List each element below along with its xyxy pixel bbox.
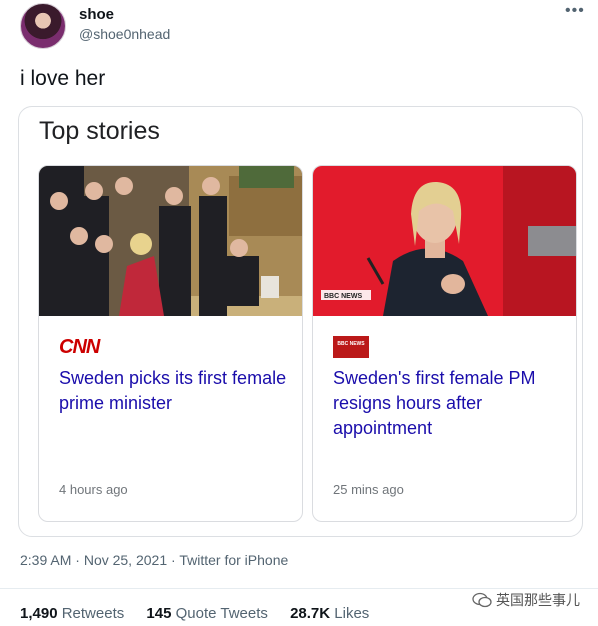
story-age: 4 hours ago	[59, 482, 128, 497]
story-thumbnail-speaker: BBC NEWS	[313, 166, 576, 316]
likes-stat[interactable]: 28.7K Likes	[290, 605, 369, 622]
watermark: 英国那些事儿	[472, 590, 580, 610]
cnn-logo: CNN	[59, 336, 100, 358]
wechat-icon	[472, 592, 492, 608]
retweets-stat[interactable]: 1,490 Retweets	[20, 605, 124, 622]
bbc-news-logo: BBC NEWS	[333, 336, 369, 358]
tweet-stats: 1,490 Retweets 145 Quote Tweets 28.7K Li…	[20, 605, 387, 622]
quote-tweets-stat[interactable]: 145 Quote Tweets	[146, 605, 267, 622]
more-options-icon[interactable]: •••	[565, 2, 585, 20]
card-title: Top stories	[39, 117, 160, 145]
svg-text:BBC NEWS: BBC NEWS	[324, 293, 362, 300]
watermark-text: 英国那些事儿	[496, 592, 580, 608]
story-card-cnn[interactable]: CNN Sweden picks its first female prime …	[38, 165, 303, 522]
divider	[0, 588, 598, 589]
tweet-time[interactable]: 2:39 AM	[20, 552, 71, 568]
story-headline[interactable]: Sweden's first female PM resigns hours a…	[333, 366, 563, 441]
tweet-meta: 2:39 AM · Nov 25, 2021 · Twitter for iPh…	[20, 552, 289, 568]
story-card-bbc[interactable]: BBC NEWS BBC NEWS Sweden's first female …	[312, 165, 577, 522]
author-handle[interactable]: @shoe0nhead	[79, 26, 170, 42]
author-name[interactable]: shoe	[79, 6, 114, 23]
story-age: 25 mins ago	[333, 482, 404, 497]
tweet-text: i love her	[20, 67, 106, 90]
tweet-client[interactable]: Twitter for iPhone	[179, 552, 288, 568]
avatar[interactable]	[20, 3, 66, 49]
tweet-date[interactable]: Nov 25, 2021	[84, 552, 167, 568]
story-headline[interactable]: Sweden picks its first female prime mini…	[59, 366, 289, 416]
top-stories-card: Top stories CNN Sweden picks its first f…	[18, 106, 583, 537]
story-thumbnail-parliament	[39, 166, 302, 316]
